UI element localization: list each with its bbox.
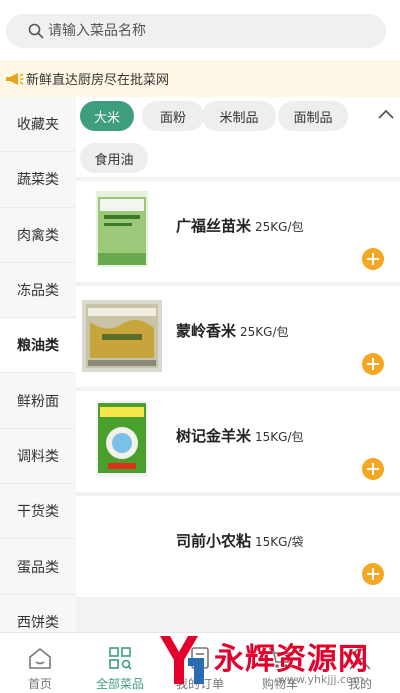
nav-item[interactable]: 我的 (320, 633, 400, 693)
filter-chip[interactable]: 面制品 (278, 101, 348, 131)
filter-chip[interactable]: 米制品 (202, 101, 276, 131)
product-spec: 25KG/包 (240, 325, 289, 339)
search-box[interactable] (6, 14, 386, 48)
sidebar-item-label: 蛋品类 (17, 559, 59, 576)
sidebar-item[interactable]: 调料类 (0, 429, 76, 485)
home-icon (27, 645, 53, 671)
product-title: 司前小农粘 15KG/袋 (176, 530, 304, 551)
nav-label: 全部菜品 (95, 677, 144, 691)
nav-item[interactable]: 购物车 (240, 633, 320, 693)
search-icon (28, 23, 44, 39)
product-spec: 25KG/包 (255, 220, 304, 234)
sidebar-item[interactable]: 鲜粉面 (0, 373, 76, 429)
notice-text: 新鲜直达厨房尽在批菜网 (26, 73, 170, 88)
product-title: 树记金羊米 15KG/包 (176, 425, 304, 446)
product-name: 蒙岭香米 (176, 322, 237, 340)
search-input[interactable] (48, 23, 348, 39)
search-bar (0, 0, 400, 60)
filter-chip[interactable]: 面粉 (142, 101, 204, 131)
sidebar-item-label: 粮油类 (17, 338, 59, 355)
product-card[interactable]: 司前小农粘 15KG/袋 (76, 496, 400, 597)
product-spec: 15KG/包 (255, 430, 304, 444)
orders-icon (187, 645, 213, 671)
cart-icon (267, 645, 293, 671)
nav-item[interactable]: 首页 (0, 633, 80, 693)
add-to-cart-icon[interactable] (362, 458, 384, 480)
add-to-cart-icon[interactable] (362, 353, 384, 375)
nav-label: 购物车 (261, 677, 298, 691)
sidebar-item-label: 肉禽类 (17, 227, 59, 244)
sidebar-item[interactable]: 冻品类 (0, 263, 76, 319)
product-card[interactable]: 树记金羊米 15KG/包 (76, 391, 400, 492)
sidebar-item-label: 冻品类 (17, 283, 59, 300)
product-title: 蒙岭香米 25KG/包 (176, 320, 289, 341)
product-panel: 大米 面粉 米制品 面制品 食用油 广福丝苗米 25KG/包 蒙岭香米 25KG/包 树记金羊米… (76, 97, 400, 632)
add-to-cart-icon[interactable] (362, 563, 384, 585)
product-spec: 15KG/袋 (255, 535, 304, 549)
sidebar-item-label: 鲜粉面 (17, 393, 59, 410)
sidebar-item-label: 干货类 (17, 504, 59, 521)
sidebar-item-label: 西饼类 (17, 614, 59, 631)
product-name: 广福丝苗米 (176, 217, 252, 235)
app-screen: 新鲜直达厨房尽在批菜网 收藏夹蔬菜类肉禽类冻品类粮油类鲜粉面调料类干货类蛋品类西… (0, 0, 400, 693)
product-image[interactable] (82, 294, 162, 374)
subcategory-filters: 大米 面粉 米制品 面制品食用油 (76, 97, 400, 177)
sidebar-item[interactable]: 蔬菜类 (0, 152, 76, 208)
sidebar-item-label: 收藏夹 (17, 117, 59, 134)
sidebar-item[interactable]: 肉禽类 (0, 208, 76, 263)
nav-label: 首页 (27, 677, 52, 691)
nav-item[interactable]: 全部菜品 (80, 633, 160, 693)
product-image[interactable] (82, 504, 162, 584)
sidebar-item[interactable]: 干货类 (0, 484, 76, 540)
product-card[interactable]: 广福丝苗米 25KG/包 (76, 181, 400, 282)
product-name: 司前小农粘 (176, 532, 252, 550)
product-card[interactable]: 蒙岭香米 25KG/包 (76, 286, 400, 387)
add-to-cart-icon[interactable] (362, 248, 384, 270)
nav-label: 我的 (347, 677, 372, 691)
sidebar-item[interactable]: 西饼类 (0, 595, 76, 632)
product-image[interactable] (82, 399, 162, 479)
bottom-nav: 首页 全部菜品 我的订单 购物车 我的 (0, 632, 400, 693)
notice-bar: 新鲜直达厨房尽在批菜网 (0, 60, 400, 97)
user-icon (347, 645, 373, 671)
chevron-up-icon[interactable] (376, 107, 396, 121)
sidebar-item[interactable]: 蛋品类 (0, 539, 76, 595)
nav-label: 我的订单 (175, 677, 224, 691)
sidebar-item[interactable]: 粮油类 (0, 318, 76, 374)
nav-item[interactable]: 我的订单 (160, 633, 240, 693)
grid-icon (107, 645, 133, 671)
sidebar-item-label: 调料类 (17, 448, 59, 465)
sidebar-item-label: 蔬菜类 (17, 172, 59, 189)
megaphone-icon (6, 72, 24, 85)
product-title: 广福丝苗米 25KG/包 (176, 215, 304, 236)
product-name: 树记金羊米 (176, 427, 252, 445)
product-image[interactable] (82, 189, 162, 269)
filter-chip[interactable]: 大米 (80, 101, 134, 131)
filter-chip[interactable]: 食用油 (80, 143, 148, 173)
category-sidebar: 收藏夹蔬菜类肉禽类冻品类粮油类鲜粉面调料类干货类蛋品类西饼类 (0, 97, 76, 632)
sidebar-item[interactable]: 收藏夹 (0, 97, 76, 153)
